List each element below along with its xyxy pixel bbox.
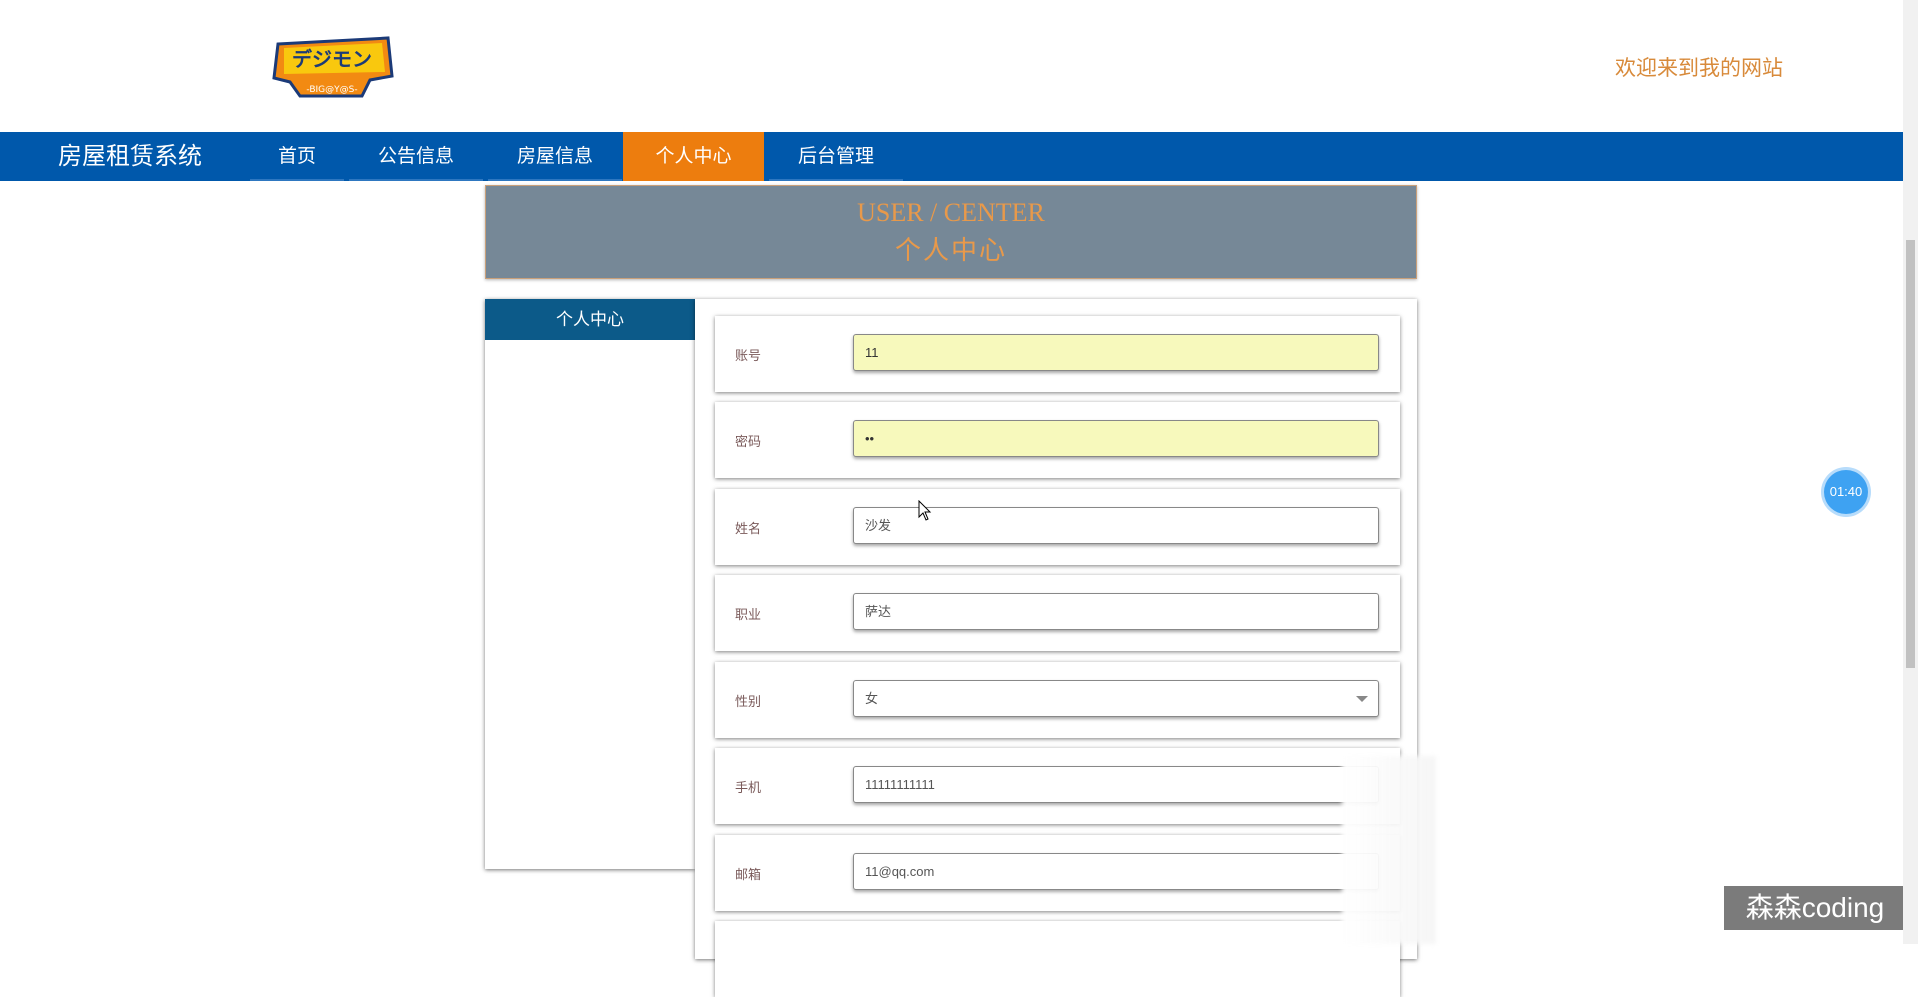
svg-text:-BIG@Y@S-: -BIG@Y@S- bbox=[306, 85, 357, 95]
main-navbar: 房屋租赁系统 首页 公告信息 房屋信息 个人中心 后台管理 bbox=[0, 132, 1903, 181]
nav-user-center[interactable]: 个人中心 bbox=[623, 132, 764, 181]
gender-value: 女 bbox=[865, 691, 879, 706]
banner-title-en: USER / CENTER bbox=[857, 198, 1045, 227]
name-label: 姓名 bbox=[735, 521, 762, 536]
form-row-gender: 性别 女 bbox=[715, 662, 1400, 738]
form-row-next bbox=[715, 921, 1400, 997]
form-row-name: 姓名 沙发 bbox=[715, 489, 1400, 565]
phone-input[interactable]: 11111111111 bbox=[853, 766, 1379, 803]
form-row-occupation: 职业 萨达 bbox=[715, 575, 1400, 651]
site-logo[interactable]: デジモン -BIG@Y@S- bbox=[270, 36, 396, 102]
page-banner: USER / CENTER 个人中心 bbox=[485, 185, 1417, 279]
svg-text:デジモン: デジモン bbox=[292, 47, 372, 71]
nav-houses[interactable]: 房屋信息 bbox=[488, 132, 622, 181]
gender-label: 性别 bbox=[735, 694, 762, 709]
email-label: 邮箱 bbox=[735, 867, 762, 882]
occupation-input[interactable]: 萨达 bbox=[853, 593, 1379, 630]
blurred-overlay bbox=[1342, 756, 1436, 944]
timer-badge[interactable]: 01:40 bbox=[1824, 470, 1868, 514]
profile-form: 账号 11 密码 •• 姓名 沙发 职业 萨达 性别 女 手机 11111111… bbox=[695, 299, 1417, 997]
account-input[interactable]: 11 bbox=[853, 334, 1379, 371]
welcome-text: 欢迎来到我的网站 bbox=[1615, 56, 1783, 80]
scrollbar-thumb[interactable] bbox=[1906, 240, 1915, 668]
form-row-phone: 手机 11111111111 bbox=[715, 748, 1400, 824]
sidebar-item-user-center[interactable]: 个人中心 bbox=[485, 299, 695, 340]
page-scrollbar[interactable] bbox=[1903, 0, 1918, 944]
occupation-label: 职业 bbox=[735, 607, 762, 622]
account-label: 账号 bbox=[735, 348, 762, 363]
mouse-cursor-icon bbox=[918, 500, 932, 521]
site-brand[interactable]: 房屋租赁系统 bbox=[58, 132, 202, 181]
banner-title-cn: 个人中心 bbox=[894, 236, 1007, 265]
nav-admin[interactable]: 后台管理 bbox=[769, 132, 903, 181]
password-label: 密码 bbox=[735, 434, 762, 449]
form-row-password: 密码 •• bbox=[715, 402, 1400, 478]
nav-announcements[interactable]: 公告信息 bbox=[349, 132, 483, 181]
email-input[interactable]: 11@qq.com bbox=[853, 853, 1379, 890]
password-input[interactable]: •• bbox=[853, 420, 1379, 457]
watermark: 森森coding bbox=[1724, 886, 1906, 930]
sidebar-panel: 个人中心 bbox=[485, 299, 695, 869]
top-header: デジモン -BIG@Y@S- 欢迎来到我的网站 bbox=[0, 0, 1903, 132]
gender-select[interactable]: 女 bbox=[853, 680, 1379, 717]
nav-home[interactable]: 首页 bbox=[250, 132, 344, 181]
form-row-account: 账号 11 bbox=[715, 316, 1400, 392]
form-row-email: 邮箱 11@qq.com bbox=[715, 835, 1400, 911]
phone-label: 手机 bbox=[735, 780, 762, 795]
chevron-down-icon bbox=[1356, 696, 1368, 702]
